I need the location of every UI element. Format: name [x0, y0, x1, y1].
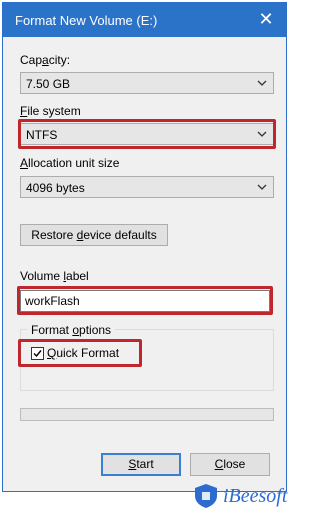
close-icon[interactable]: ✕ — [254, 7, 278, 31]
allocation-label: Allocation unit size — [20, 156, 120, 170]
quick-format-checkbox[interactable] — [31, 347, 44, 360]
file-system-dropdown[interactable]: NTFS — [20, 123, 274, 145]
shield-logo-icon — [195, 484, 217, 508]
title-bar: Format New Volume (E:) ✕ — [3, 3, 286, 37]
start-button[interactable]: Start — [101, 453, 181, 476]
quick-format-label[interactable]: Quick Format — [47, 346, 119, 360]
allocation-value: 4096 bytes — [26, 181, 85, 195]
chevron-down-icon — [257, 184, 267, 190]
brand-text: iBeesoft — [223, 485, 288, 507]
restore-defaults-button[interactable]: Restore device defaults — [20, 224, 168, 246]
format-options-group — [20, 329, 274, 391]
volume-label-input[interactable] — [25, 294, 255, 308]
checkmark-icon — [33, 350, 42, 358]
format-options-title: Format options — [27, 323, 116, 337]
chevron-down-icon — [257, 80, 267, 86]
volume-label-label: Volume label — [20, 269, 89, 283]
chevron-down-icon — [257, 131, 267, 137]
format-progress-bar — [20, 408, 274, 421]
capacity-value: 7.50 GB — [26, 77, 71, 91]
allocation-dropdown[interactable]: 4096 bytes — [20, 176, 274, 198]
capacity-dropdown[interactable]: 7.50 GB — [20, 72, 274, 94]
window-title: Format New Volume (E:) — [15, 13, 158, 28]
file-system-label: File system — [20, 104, 81, 118]
file-system-value: NTFS — [26, 128, 58, 142]
format-dialog: Format New Volume (E:) ✕ Capacity: 7.50 … — [2, 2, 287, 492]
capacity-label: Capacity: — [20, 53, 71, 67]
close-button[interactable]: Close — [190, 453, 270, 476]
volume-label-field[interactable] — [20, 290, 270, 312]
